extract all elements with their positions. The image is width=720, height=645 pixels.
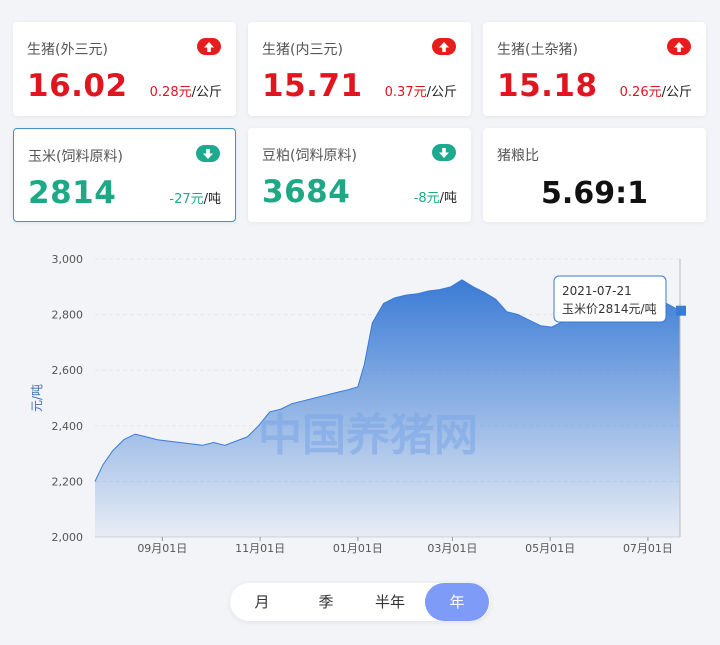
card-change: -27元/吨 [169,188,221,207]
arrow-up-icon [197,38,221,55]
y-axis-label: 元/吨 [30,384,44,412]
range-half-year-button[interactable]: 半年 [358,583,422,621]
card-price: 3684 [262,174,351,210]
watermark: 中国养猪网 [258,410,478,461]
range-year-button[interactable]: 年 [425,583,489,621]
card-change: 0.26元/公斤 [620,81,692,100]
x-axis: 09月01日 11月01日 01月01日 03月01日 05月01日 07月01日 [137,537,673,555]
card-title: 生猪(外三元) [27,42,108,58]
tooltip-text: 玉米价2814元/吨 [562,302,657,316]
card-title: 生猪(土杂猪) [497,42,578,58]
arrow-down-icon [432,144,456,161]
change-unit: /吨 [439,191,457,206]
y-axis: 2,000 2,200 2,400 2,600 2,800 3,000 [52,253,84,544]
price-card-local-hog[interactable]: 生猪(土杂猪) 15.18 0.26元/公斤 [483,22,706,116]
card-change: -8元/吨 [414,187,457,206]
price-card-soybean-meal[interactable]: 豆粕(饲料原料) 3684 -8元/吨 [248,128,471,222]
arrow-up-icon [432,38,456,55]
x-tick-label: 03月01日 [427,542,477,555]
range-month-button[interactable]: 月 [230,583,294,621]
y-tick-label: 2,400 [52,420,84,433]
price-card-outer-three-way-hog[interactable]: 生猪(外三元) 16.02 0.28元/公斤 [13,22,236,116]
change-unit: /公斤 [661,85,692,100]
card-change: 0.37元/公斤 [385,81,457,100]
card-price: 2814 [28,175,117,211]
change-value: -27元 [169,192,204,207]
price-card-inner-three-way-hog[interactable]: 生猪(内三元) 15.71 0.37元/公斤 [248,22,471,116]
card-price: 15.71 [262,68,363,104]
tooltip: 2021-07-21 玉米价2814元/吨 [553,275,667,323]
ratio-value: 5.69:1 [541,176,648,211]
arrow-up-icon [667,38,691,55]
y-tick-label: 2,600 [52,364,84,377]
hog-grain-ratio-card[interactable]: 猪粮比 5.69:1 [483,128,706,222]
card-title: 豆粕(饲料原料) [262,148,357,164]
price-card-corn[interactable]: 玉米(饲料原料) 2814 -27元/吨 [13,128,236,222]
card-title: 猪粮比 [497,148,539,164]
y-tick-label: 2,200 [52,475,84,488]
x-tick-label: 05月01日 [525,542,575,555]
tooltip-date: 2021-07-21 [562,284,632,298]
price-area-chart[interactable]: 中国养猪网 2,000 2,200 2,400 2,600 2,800 3,000 09月… [0,240,720,570]
time-range-selector: 月 季 半年 年 [230,583,490,621]
card-change: 0.28元/公斤 [150,81,222,100]
change-value: 0.28元 [149,85,192,100]
change-unit: /吨 [203,192,221,207]
x-tick-label: 09月01日 [137,542,187,555]
y-tick-label: 3,000 [52,253,84,266]
y-tick-label: 2,800 [52,309,84,322]
change-unit: /公斤 [426,85,457,100]
y-tick-label: 2,000 [52,531,84,544]
x-tick-label: 07月01日 [623,542,673,555]
cursor-marker [676,305,686,316]
card-title: 玉米(饲料原料) [28,149,123,165]
change-value: 0.37元 [384,85,427,100]
range-quarter-button[interactable]: 季 [294,583,358,621]
x-tick-label: 01月01日 [333,542,383,555]
change-unit: /公斤 [191,85,222,100]
arrow-down-icon [196,145,220,162]
card-title: 生猪(内三元) [262,42,343,58]
card-price: 16.02 [27,68,128,104]
card-price: 15.18 [497,68,598,104]
x-tick-label: 11月01日 [235,542,285,555]
change-value: -8元 [413,191,440,206]
change-value: 0.26元 [619,85,662,100]
